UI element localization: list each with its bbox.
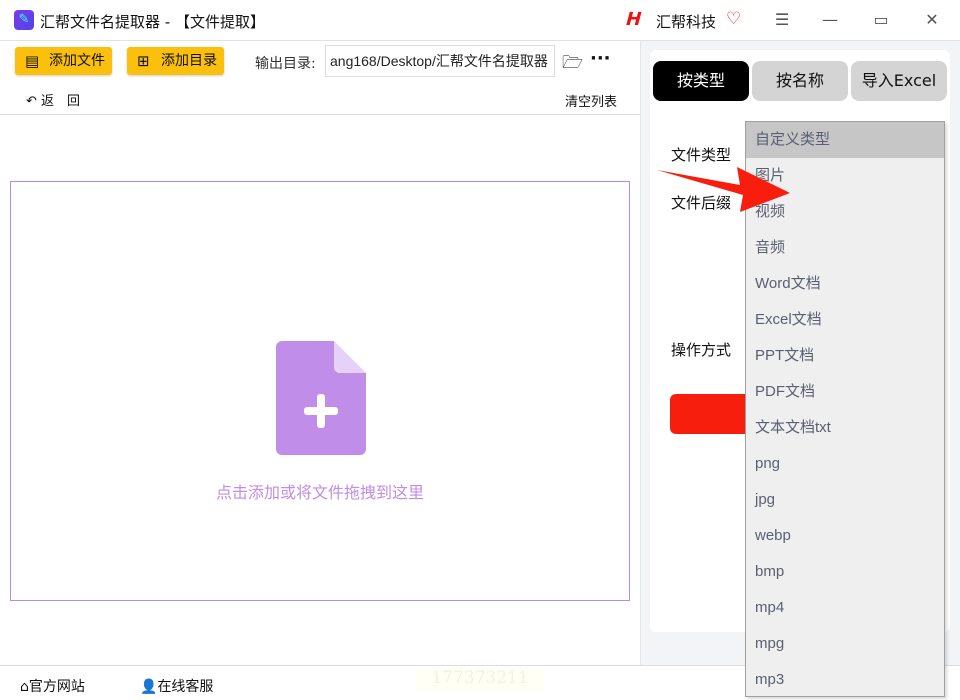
dropdown-option[interactable]: png (746, 446, 944, 482)
dropdown-option[interactable]: Excel文档 (746, 302, 944, 338)
dropdown-option[interactable]: 文本文档txt (746, 410, 944, 446)
add-file-label: 添加文件 (49, 53, 105, 69)
menu-icon[interactable]: ☰ (768, 8, 796, 32)
back-label: 返 回 (41, 94, 81, 109)
dropdown-option[interactable]: Word文档 (746, 266, 944, 302)
folder-add-icon: ⊞ (137, 52, 150, 70)
dropdown-option[interactable]: mp4 (746, 590, 944, 626)
tab-import-excel[interactable]: 导入Excel (851, 61, 947, 101)
back-button[interactable]: ↶ 返 回 (26, 90, 80, 109)
vip-diamond-icon[interactable]: ♡ (726, 9, 741, 29)
drop-hint: 点击添加或将文件拖拽到这里 (215, 483, 424, 502)
dropdown-option[interactable]: mpg (746, 626, 944, 662)
online-support-link[interactable]: 👤在线客服 (140, 676, 213, 696)
file-drop-zone[interactable]: 点击添加或将文件拖拽到这里 (10, 181, 630, 601)
home-icon: ⌂ (20, 679, 29, 695)
dropdown-option[interactable]: PPT文档 (746, 338, 944, 374)
dropdown-option[interactable]: PDF文档 (746, 374, 944, 410)
output-dir-label: 输出目录: (255, 56, 316, 72)
dropdown-option[interactable]: webp (746, 518, 944, 554)
divider (0, 114, 640, 115)
red-pointer-arrow (657, 167, 790, 212)
website-label: 官方网站 (28, 679, 85, 695)
add-directory-button[interactable]: ⊞ 添加目录 (127, 47, 224, 75)
phone-number: 177373211 (416, 668, 544, 692)
brand-name: 汇帮科技 (656, 13, 717, 31)
tab-by-type[interactable]: 按类型 (653, 61, 749, 101)
operation-mode-label: 操作方式 (671, 341, 732, 359)
add-file-icon (276, 341, 366, 455)
official-website-link[interactable]: ⌂官方网站 (20, 676, 85, 696)
dropdown-option[interactable]: 音频 (746, 230, 944, 266)
maximize-icon[interactable]: ▭ (867, 8, 895, 32)
tab-by-name[interactable]: 按名称 (752, 61, 848, 101)
output-dir-input[interactable]: ang168/Desktop/汇帮文件名提取器 (325, 45, 555, 77)
file-icon: ▤ (25, 52, 40, 70)
dropdown-option[interactable]: jpg (746, 482, 944, 518)
add-directory-label: 添加目录 (161, 53, 217, 69)
add-file-button[interactable]: ▤ 添加文件 (15, 47, 112, 75)
folder-open-icon[interactable]: 🗁 (562, 50, 583, 79)
app-logo-icon: ✎ (14, 10, 34, 30)
user-icon: 👤 (140, 679, 158, 695)
close-icon[interactable]: ✕ (918, 8, 946, 32)
clear-list-button[interactable]: 清空列表 (565, 91, 617, 110)
dropdown-option[interactable]: bmp (746, 554, 944, 590)
window-title: 汇帮文件名提取器 - 【文件提取】 (40, 13, 265, 31)
dropdown-option[interactable]: mp3 (746, 662, 944, 698)
more-icon[interactable]: ··· (590, 48, 611, 69)
undo-icon: ↶ (26, 94, 42, 109)
support-label: 在线客服 (157, 679, 214, 695)
minimize-icon[interactable]: — (816, 8, 844, 32)
